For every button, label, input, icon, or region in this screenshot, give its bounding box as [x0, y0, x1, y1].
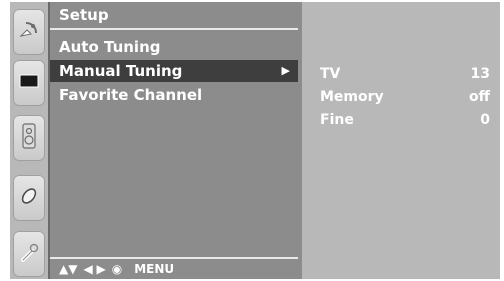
tv-screen-icon	[17, 69, 41, 97]
satellite-dish-icon	[17, 18, 41, 46]
wrench-icon	[17, 240, 41, 268]
menu-item-auto-tuning[interactable]: Auto Tuning	[50, 36, 298, 58]
audio-category-button[interactable]	[13, 115, 45, 161]
menu-item-label: Manual Tuning	[59, 62, 183, 80]
row-label: Fine	[320, 112, 354, 128]
fine-tune-row[interactable]: Fine 0	[320, 109, 490, 131]
left-right-arrows-icon: ◀ ▶	[83, 262, 106, 276]
setup-menu-panel: Setup Auto Tuning Manual Tuning ▶ Favori…	[50, 2, 298, 279]
manual-tuning-detail-panel: TV 13 Memory off Fine 0	[302, 2, 500, 279]
tv-channel-row[interactable]: TV 13	[320, 63, 490, 85]
row-label: TV	[320, 66, 341, 82]
setup-category-button[interactable]	[13, 9, 45, 55]
tv-osd-screen: Setup Auto Tuning Manual Tuning ▶ Favori…	[10, 2, 500, 279]
disc-icon	[17, 184, 41, 212]
ok-button-icon: ◉	[111, 262, 123, 276]
time-category-button[interactable]	[13, 175, 45, 221]
category-icon-bar	[10, 2, 48, 279]
navigation-hint-bar: ▲▼ ◀ ▶ ◉ MENU	[50, 260, 298, 279]
menu-item-favorite-channel[interactable]: Favorite Channel	[50, 84, 298, 106]
row-value: 0	[480, 112, 490, 128]
footer-divider	[50, 257, 298, 259]
up-down-arrows-icon: ▲▼	[59, 262, 78, 276]
menu-item-label: Auto Tuning	[59, 38, 161, 56]
menu-title: Setup	[59, 6, 109, 24]
menu-hint-label: MENU	[134, 262, 175, 276]
menu-item-manual-tuning[interactable]: Manual Tuning ▶	[50, 60, 298, 82]
speaker-icon	[17, 122, 41, 154]
row-value: 13	[470, 66, 490, 82]
submenu-arrow-icon: ▶	[281, 64, 290, 77]
picture-category-button[interactable]	[13, 60, 45, 106]
option-category-button[interactable]	[13, 231, 45, 277]
title-divider	[50, 28, 298, 30]
row-value: off	[469, 89, 490, 105]
menu-item-label: Favorite Channel	[59, 86, 203, 104]
memory-row[interactable]: Memory off	[320, 86, 490, 108]
row-label: Memory	[320, 89, 384, 105]
